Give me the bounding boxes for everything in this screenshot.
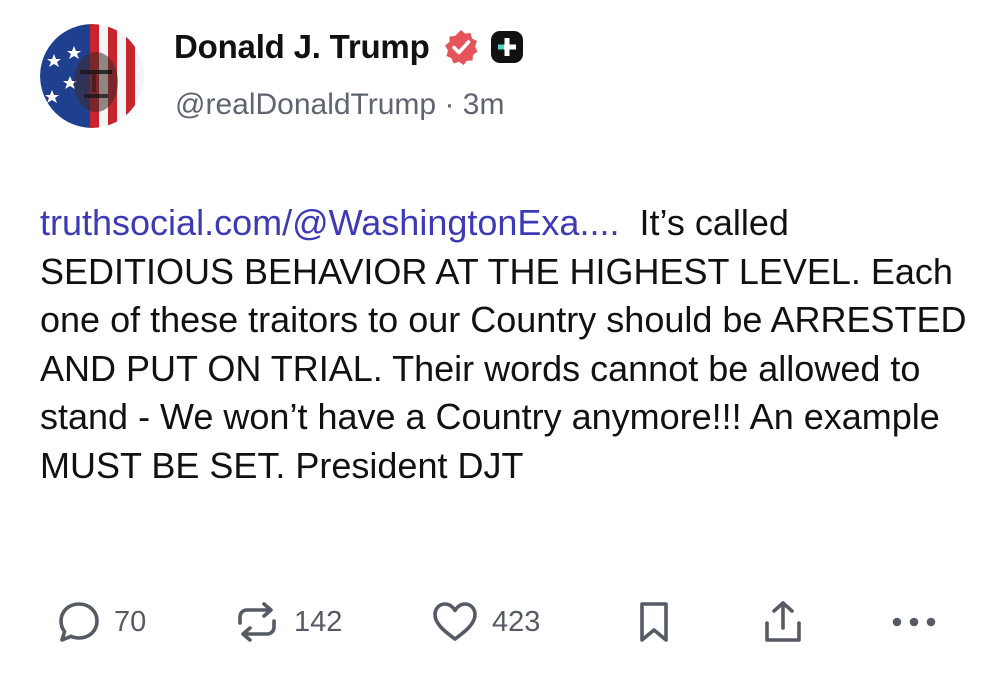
post-text: It’s called SEDITIOUS BEHAVIOR AT THE HI…	[40, 202, 967, 486]
post-body: truthsocial.com/@WashingtonExa.... It’s …	[40, 199, 970, 490]
post-link[interactable]: truthsocial.com/@WashingtonExa....	[40, 202, 619, 243]
author-name-row: Donald J. Trump	[174, 26, 524, 68]
like-button[interactable]: 423	[430, 594, 540, 650]
repost-count: 142	[294, 605, 343, 638]
like-count: 423	[492, 605, 541, 638]
more-options-button[interactable]	[888, 594, 940, 650]
share-button[interactable]	[760, 594, 806, 650]
avatar[interactable]	[40, 24, 144, 128]
reply-button[interactable]: 70	[56, 594, 146, 650]
bookmark-button[interactable]	[634, 594, 674, 650]
heart-icon	[430, 599, 480, 645]
post-timestamp[interactable]: 3m	[463, 88, 505, 121]
share-upload-icon	[760, 599, 806, 645]
repost-arrows-icon	[232, 599, 282, 645]
reply-count: 70	[114, 605, 147, 638]
more-dots-icon	[888, 599, 940, 645]
bookmark-icon	[634, 599, 674, 645]
plus-badge-icon	[490, 30, 524, 64]
meta-separator: ·	[444, 88, 455, 121]
author-display-name[interactable]: Donald J. Trump	[174, 28, 430, 66]
repost-button[interactable]: 142	[232, 594, 342, 650]
author-handle[interactable]: @realDonaldTrump	[175, 88, 436, 121]
action-bar: 70 142 423	[0, 594, 1000, 650]
speech-bubble-icon	[56, 599, 102, 645]
verified-badge-icon	[442, 28, 480, 66]
author-meta: @realDonaldTrump · 3m	[175, 88, 504, 122]
